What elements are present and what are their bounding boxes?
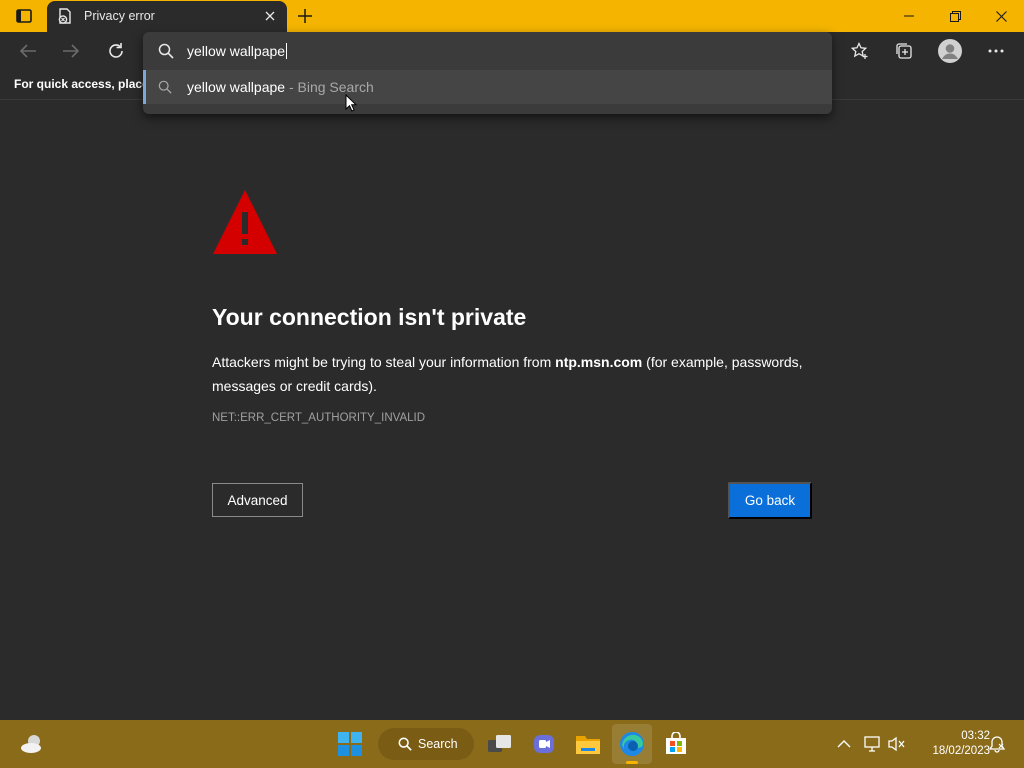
close-icon[interactable] (261, 7, 279, 25)
search-icon (158, 80, 172, 99)
plus-icon[interactable] (293, 4, 317, 28)
search-icon (398, 737, 412, 751)
store-icon[interactable] (658, 726, 694, 762)
network-icon[interactable] (861, 726, 883, 762)
mouse-cursor-icon (345, 93, 358, 117)
go-back-button[interactable]: Go back (728, 482, 812, 519)
taskbar-search[interactable]: Search (378, 728, 474, 760)
more-dots-icon[interactable] (981, 36, 1011, 66)
address-bar[interactable]: yellow wallpape (143, 32, 832, 70)
error-host: ntp.msn.com (555, 354, 643, 370)
teams-chat-icon[interactable] (526, 726, 562, 762)
search-icon (158, 43, 174, 64)
tab-actions-icon[interactable] (10, 6, 38, 26)
warning-triangle-icon (211, 188, 279, 261)
edge-icon[interactable] (614, 726, 650, 762)
address-bar-dropdown: yellow wallpape yellow wallpape - Bing S… (143, 32, 832, 114)
refresh-icon[interactable] (101, 36, 131, 66)
address-input-value: yellow wallpape (187, 43, 286, 59)
task-view-icon[interactable] (482, 726, 518, 762)
window-close-icon[interactable] (978, 0, 1024, 32)
clock-date: 18/02/2023 (932, 745, 990, 757)
file-explorer-icon[interactable] (570, 726, 606, 762)
tab-title: Privacy error (84, 9, 155, 23)
favorites-star-icon[interactable] (845, 36, 875, 66)
collections-icon[interactable] (889, 36, 919, 66)
forward-arrow-icon[interactable] (56, 36, 86, 66)
windows-start-icon[interactable] (332, 726, 368, 762)
suggestion-text: yellow wallpape - Bing Search (187, 79, 374, 95)
chevron-up-icon[interactable] (834, 726, 854, 762)
error-description-text: Attackers might be trying to steal your … (212, 354, 556, 370)
suggestion-query: yellow wallpape (187, 79, 286, 95)
error-code[interactable]: NET::ERR_CERT_AUTHORITY_INVALID (212, 412, 425, 424)
notification-icon[interactable] (986, 726, 1008, 762)
restore-icon[interactable] (932, 0, 978, 32)
selection-indicator (143, 70, 146, 104)
favorites-bar-hint: For quick access, place y (14, 77, 146, 91)
weather-icon[interactable] (14, 726, 50, 762)
taskbar-search-label: Search (418, 737, 458, 751)
address-input[interactable]: yellow wallpape (187, 41, 288, 61)
suggestion-item[interactable]: yellow wallpape - Bing Search (143, 70, 832, 104)
clock-time: 03:32 (961, 730, 990, 742)
tab-privacy-error[interactable]: Privacy error (47, 1, 287, 32)
system-clock[interactable]: 03:32 18/02/2023 (912, 729, 990, 759)
volume-muted-icon[interactable] (886, 726, 908, 762)
suggestion-source: - Bing Search (285, 79, 374, 95)
title-bar: Privacy error (0, 0, 1024, 32)
profile-avatar-icon[interactable] (935, 36, 965, 66)
active-app-indicator (626, 761, 638, 764)
privacy-error-favicon (57, 8, 73, 27)
advanced-button[interactable]: Advanced (212, 483, 303, 517)
back-arrow-icon[interactable] (13, 36, 43, 66)
error-description: Attackers might be trying to steal your … (212, 350, 822, 398)
minimize-icon[interactable] (886, 0, 932, 32)
text-caret (286, 43, 288, 59)
page-title: Your connection isn't private (212, 304, 527, 330)
